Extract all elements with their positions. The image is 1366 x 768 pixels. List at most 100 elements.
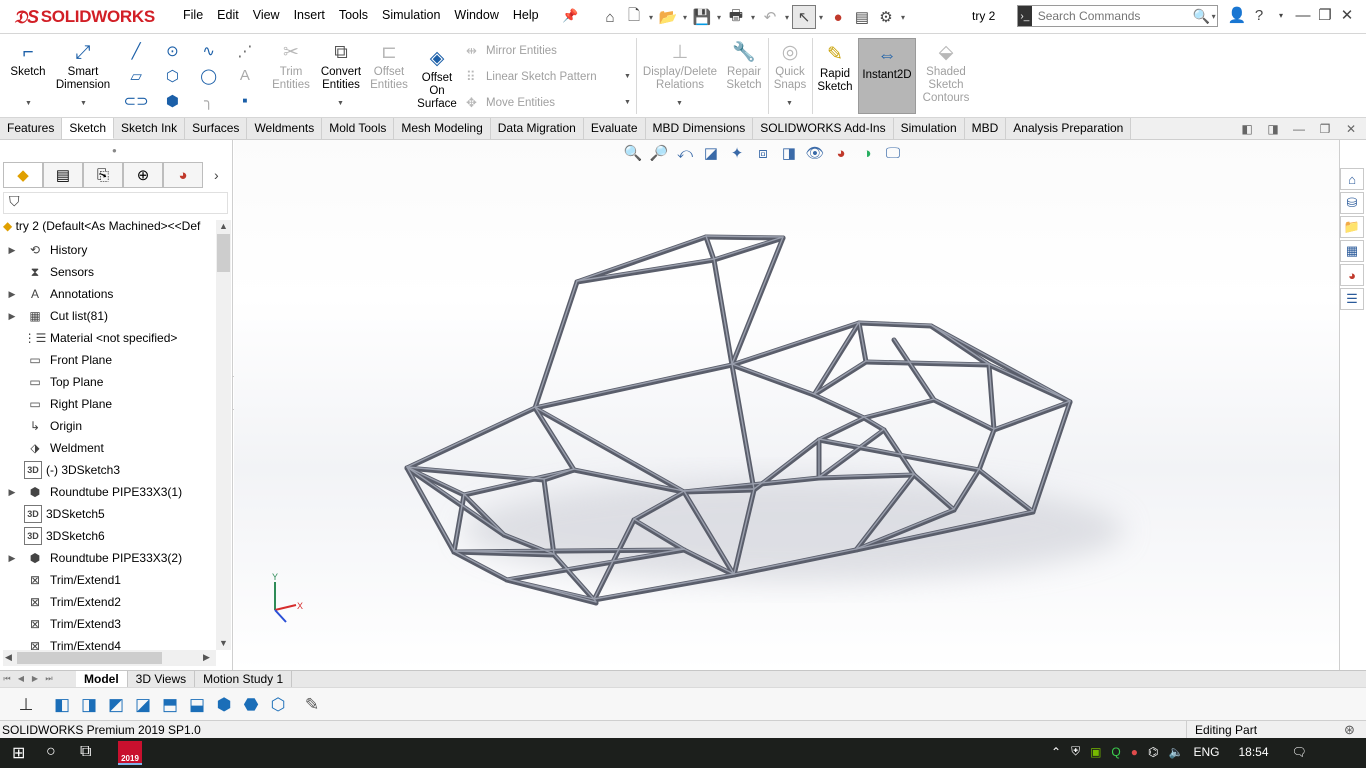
top-view-icon[interactable]: ⬒	[158, 694, 182, 716]
move-dropdown-icon[interactable]: ▼	[624, 99, 631, 106]
options-gear-icon[interactable]: ⚙	[874, 5, 898, 29]
menu-insert[interactable]: Insert	[287, 8, 332, 22]
undo-icon[interactable]: ↶	[758, 5, 782, 29]
ellipse-icon[interactable]: ◯	[191, 64, 227, 89]
close-icon[interactable]: ✕	[1336, 6, 1358, 24]
tab-surfaces[interactable]: Surfaces	[185, 118, 248, 139]
instant2d-button[interactable]: ⇔ Instant2D	[858, 38, 916, 114]
hscroll-thumb[interactable]	[17, 652, 162, 664]
tray-chevron-icon[interactable]: ⌃	[1051, 745, 1061, 759]
scroll-up-icon[interactable]: ▲	[219, 221, 228, 231]
tree-item[interactable]: ↳ Origin	[0, 415, 216, 437]
scroll-down-icon[interactable]: ▼	[219, 638, 228, 648]
offset-on-surface-button[interactable]: ◈ Offset On Surface	[414, 46, 460, 111]
search-commands-input[interactable]	[1031, 9, 1193, 23]
undo-dropdown-icon[interactable]: ▾	[782, 13, 792, 22]
menu-view[interactable]: View	[246, 8, 287, 22]
solidworks-logo[interactable]: 𝔇S SOLIDWORKS	[14, 6, 155, 28]
menu-file[interactable]: File	[176, 8, 210, 22]
solidworks-resources-icon[interactable]: ⌂	[1340, 168, 1364, 190]
construction-geometry-icon[interactable]: ⋰	[227, 39, 263, 64]
tab-simulation[interactable]: Simulation	[893, 118, 965, 139]
tree-filter[interactable]: ⛉	[3, 192, 228, 214]
menu-tools[interactable]: Tools	[332, 8, 375, 22]
linear-pattern-dropdown-icon[interactable]: ▼	[624, 73, 631, 80]
circle-icon[interactable]: ⊙	[154, 39, 190, 64]
tab-weldments[interactable]: Weldments	[247, 118, 323, 139]
menu-help[interactable]: Help	[506, 8, 546, 22]
tab-solidworks-add-ins[interactable]: SOLIDWORKS Add-Ins	[753, 118, 894, 139]
tree-item[interactable]: ▭ Front Plane	[0, 349, 216, 371]
tree-vertical-scrollbar[interactable]: ▲ ▼	[216, 220, 231, 650]
open-dropdown-icon[interactable]: ▾	[680, 13, 690, 22]
notifications-icon[interactable]: 🗨	[1292, 745, 1307, 759]
scroll-left-icon[interactable]: ◀	[5, 652, 12, 663]
tab-sketch[interactable]: Sketch	[62, 118, 115, 139]
dimetric-view-icon[interactable]: ⬡	[266, 694, 290, 716]
view-palette-icon[interactable]: ▦	[1340, 240, 1364, 262]
doc-close-icon[interactable]: ✕	[1338, 122, 1364, 136]
file-explorer-icon[interactable]: 📁	[1340, 216, 1364, 238]
polygon-icon[interactable]: ⬢	[154, 88, 190, 113]
move-entities-button[interactable]: ✥ Move Entities	[466, 95, 555, 111]
tree-item[interactable]: 3D 3DSketch5	[0, 503, 216, 525]
text-icon[interactable]: A	[227, 64, 263, 89]
shaded-sketch-contours-button[interactable]: ⬙ Shaded Sketch Contours	[918, 40, 974, 105]
qq-icon[interactable]: Q	[1111, 745, 1120, 759]
menu-simulation[interactable]: Simulation	[375, 8, 447, 22]
scroll-right-icon[interactable]: ▶	[203, 652, 210, 663]
offset-entities-button[interactable]: ⊏ Offset Entities	[368, 40, 410, 92]
tab-mesh-modeling[interactable]: Mesh Modeling	[394, 118, 491, 139]
normal-to-icon[interactable]: ⊥	[14, 694, 38, 716]
minimize-icon[interactable]: —	[1292, 7, 1314, 24]
view-selector-icon[interactable]: ✎	[300, 694, 324, 716]
tree-item[interactable]: ⧗ Sensors	[0, 261, 216, 283]
tab-mold-tools[interactable]: Mold Tools	[322, 118, 395, 139]
tree-item[interactable]: ⋮☰ Material <not specified>	[0, 327, 216, 349]
select-dropdown-icon[interactable]: ▾	[816, 13, 826, 22]
tab-data-migration[interactable]: Data Migration	[490, 118, 584, 139]
tree-item[interactable]: 3D 3DSketch6	[0, 525, 216, 547]
options-dropdown-icon[interactable]: ▾	[898, 13, 908, 22]
rapid-sketch-button[interactable]: ✎ Rapid Sketch	[814, 42, 856, 94]
select-pointer-icon[interactable]: ↖	[792, 5, 816, 29]
fillet-icon[interactable]: ╮	[191, 88, 227, 113]
smart-dimension-dropdown-icon[interactable]: ▼	[80, 100, 87, 107]
tile-right-icon[interactable]: ◨	[1260, 122, 1286, 136]
search-dropdown-icon[interactable]: ▾	[1210, 12, 1217, 21]
scroll-thumb[interactable]	[217, 234, 230, 272]
tree-item[interactable]: ▶ ⬢ Roundtube PIPE33X3(2)	[0, 547, 216, 569]
rectangle-icon[interactable]: ▱	[118, 64, 154, 89]
tree-item[interactable]: ▶ ▦ Cut list(81)	[0, 305, 216, 327]
smart-dimension-button[interactable]: ⤢ Smart Dimension	[52, 40, 114, 92]
status-help-icon[interactable]: ⊛	[1344, 722, 1355, 738]
antivirus-icon[interactable]: ●	[1131, 745, 1138, 759]
save-dropdown-icon[interactable]: ▾	[714, 13, 724, 22]
convert-dropdown-icon[interactable]: ▼	[337, 100, 344, 107]
dimxpert-tab-icon[interactable]: ⊕	[123, 162, 163, 188]
search-command-icon[interactable]: ›_	[1018, 6, 1032, 26]
trim-entities-button[interactable]: ✂ Trim Entities	[270, 40, 312, 92]
left-view-icon[interactable]: ◩	[104, 694, 128, 716]
open-icon[interactable]: 📂	[656, 5, 680, 29]
convert-entities-button[interactable]: ⧉ Convert Entities	[316, 40, 366, 92]
spline-icon[interactable]: ∿	[191, 39, 227, 64]
chassis-frame-model[interactable]: Y X	[234, 140, 1339, 670]
quick-snaps-dropdown-icon[interactable]: ▼	[786, 100, 793, 107]
back-view-icon[interactable]: ◨	[77, 694, 101, 716]
property-manager-tab-icon[interactable]: ▤	[43, 162, 83, 188]
help-icon[interactable]: ?	[1248, 7, 1270, 24]
graphics-area[interactable]: 🔍 🔎 ⤺ ◪ ✦ ⧈ ◨ 👁 ◕ ◑ 🖵 Y X	[234, 140, 1339, 670]
tree-item[interactable]: ▭ Top Plane	[0, 371, 216, 393]
first-tab-icon[interactable]: ⏮	[0, 671, 14, 687]
expand-arrow-icon[interactable]: ▶	[0, 487, 24, 498]
home-icon[interactable]: ⌂	[598, 5, 622, 29]
rebuild-traffic-light-icon[interactable]: ●	[826, 5, 850, 29]
bottom-view-icon[interactable]: ⬓	[185, 694, 209, 716]
front-view-icon[interactable]: ◧	[50, 694, 74, 716]
save-icon[interactable]: 💾	[690, 5, 714, 29]
configuration-manager-tab-icon[interactable]: ⎘	[83, 162, 123, 188]
network-icon[interactable]: ⌬	[1148, 745, 1158, 759]
task-view-icon[interactable]: ⧉	[80, 743, 91, 761]
restore-icon[interactable]: ❐	[1314, 6, 1336, 24]
